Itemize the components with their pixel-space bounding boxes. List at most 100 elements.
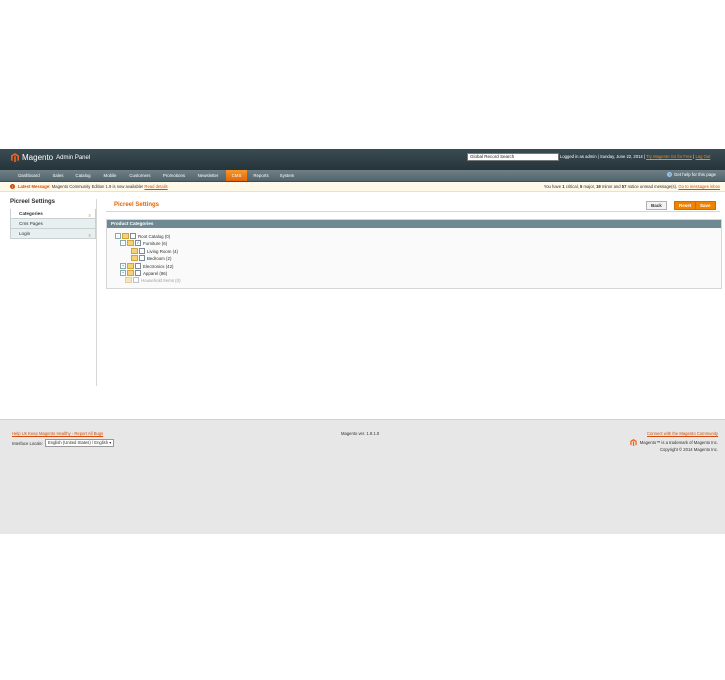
notice-label: notice unread message(s). xyxy=(627,184,678,189)
nav-customers[interactable]: Customers xyxy=(125,170,155,181)
tree-node-root[interactable]: - Root Catalog (0) xyxy=(115,233,170,239)
nav-reports[interactable]: Reports xyxy=(249,170,273,181)
content-header: Picreel Settings xyxy=(106,199,720,212)
minor-label: minor and xyxy=(601,184,621,189)
category-checkbox[interactable]: ✓ xyxy=(135,240,141,246)
folder-icon xyxy=(131,255,138,261)
back-button[interactable]: Back xyxy=(646,201,667,210)
folder-icon xyxy=(122,233,129,239)
category-checkbox[interactable] xyxy=(139,255,145,261)
latest-message-text: Magento Community Edition 1.9 is now ava… xyxy=(51,184,144,189)
expand-icon[interactable]: + xyxy=(120,270,126,276)
expand-icon[interactable]: + xyxy=(120,263,126,269)
nav-catalog[interactable]: Catalog xyxy=(71,170,95,181)
notice-count: 57 xyxy=(621,184,627,189)
tree-node-label: Bedroom (2) xyxy=(147,255,172,261)
tree-node-electronics[interactable]: + Electronics (42) xyxy=(120,263,174,269)
sidebar-title: Picreel Settings xyxy=(10,199,56,205)
trademark-row: Magento™ is a trademark of Magento Inc. xyxy=(630,439,718,446)
sidebar-tab-categories[interactable]: Categories ≡ xyxy=(10,209,96,219)
category-checkbox[interactable] xyxy=(139,248,145,254)
changed-icon: ≡ xyxy=(88,233,91,238)
summary-prefix: You have xyxy=(543,184,562,189)
tree-node-label: Household Items (0) xyxy=(141,277,181,283)
logout-link[interactable]: Log Out xyxy=(695,154,710,159)
major-count: 5 xyxy=(580,184,583,189)
critical-label: critical xyxy=(565,184,578,189)
locale-label: Interface Locale: xyxy=(12,440,43,446)
folder-icon xyxy=(125,277,132,283)
help-link[interactable]: ? Get help for this page xyxy=(667,172,716,177)
try-magento-link[interactable]: Try Magento Go for Free xyxy=(646,154,692,159)
tree-node-furniture[interactable]: - ✓ Furniture (6) xyxy=(120,240,167,246)
system-message-bar: ! Latest Message: Magento Community Edit… xyxy=(0,182,725,192)
locale-select[interactable]: English (United States) / English ▾ xyxy=(44,439,115,447)
category-checkbox[interactable] xyxy=(135,270,141,276)
magento-logo-icon xyxy=(630,439,637,446)
critical-count: 1 xyxy=(562,184,565,189)
logged-in-text: Logged in as admin xyxy=(560,154,597,159)
product-categories-panel: Product Categories - Root Catalog (0) - … xyxy=(106,219,722,289)
page-title: Picreel Settings xyxy=(114,202,160,208)
nav-sales[interactable]: Sales xyxy=(47,170,69,181)
admin-panel-label: Admin Panel xyxy=(56,154,91,161)
folder-icon xyxy=(127,240,134,246)
nav-system[interactable]: System xyxy=(276,170,298,181)
current-date: Sunday, June 22, 2014 xyxy=(599,154,643,159)
footer: Help Us Keep Magento Healthy - Report Al… xyxy=(0,416,725,534)
nav-cms[interactable]: CMS xyxy=(226,170,247,181)
latest-message: Latest Message: Magento Community Editio… xyxy=(18,182,168,191)
nav-promotions[interactable]: Promotions xyxy=(158,170,190,181)
sidebar: Picreel Settings Categories ≡ Cms Pages … xyxy=(10,199,96,239)
tree-node-label: Apparel (86) xyxy=(143,270,168,276)
read-details-link[interactable]: Read details xyxy=(144,184,167,189)
sidebar-tab-cms-pages[interactable]: Cms Pages xyxy=(10,219,96,229)
community-link[interactable]: Connect with the Magento Community xyxy=(647,431,718,436)
tree-node-label: Root Catalog (0) xyxy=(138,233,171,239)
admin-header xyxy=(0,149,725,170)
help-icon: ? xyxy=(667,172,672,177)
tree-node-bedroom[interactable]: Bedroom (2) xyxy=(131,255,171,261)
sidebar-tab-login[interactable]: Login ≡ xyxy=(10,229,96,239)
save-button[interactable]: Save xyxy=(695,201,716,210)
collapse-icon[interactable]: - xyxy=(115,233,121,239)
locale-row: Interface Locale: English (United States… xyxy=(12,439,115,447)
sidebar-tab-label: Login xyxy=(19,231,31,236)
folder-icon xyxy=(127,263,134,269)
magento-version: Magento ver. 1.9.1.0 xyxy=(341,431,380,436)
sidebar-tab-label: Cms Pages xyxy=(19,221,43,226)
main-nav: Dashboard Sales Catalog Mobile Customers… xyxy=(0,170,725,182)
tree-node-apparel[interactable]: + Apparel (86) xyxy=(120,270,167,276)
reset-button[interactable]: Reset xyxy=(674,201,697,210)
report-bugs-link[interactable]: Help Us Keep Magento Healthy - Report Al… xyxy=(12,431,103,436)
header-links: Logged in as admin | Sunday, June 22, 20… xyxy=(560,154,711,159)
copyright-text: Copyright © 2014 Magento Inc. xyxy=(659,447,718,452)
category-checkbox[interactable] xyxy=(135,263,141,269)
folder-icon xyxy=(127,270,134,276)
magento-logo-icon xyxy=(11,153,19,162)
tree-node-label: Electronics (42) xyxy=(143,263,174,269)
trademark-text: Magento™ is a trademark of Magento Inc. xyxy=(639,440,718,445)
panel-title: Product Categories xyxy=(107,220,721,228)
collapse-icon[interactable]: - xyxy=(120,240,126,246)
tree-node-living-room[interactable]: Living Room (4) xyxy=(131,248,178,254)
minor-count: 19 xyxy=(596,184,601,189)
logo-text: Magento xyxy=(22,153,54,162)
tree-node-label: Living Room (4) xyxy=(147,248,178,254)
help-text: Get help for this page xyxy=(674,172,716,177)
category-checkbox[interactable] xyxy=(130,233,136,239)
messages-inbox-link[interactable]: Go to messages inbox xyxy=(678,184,720,189)
global-search-input[interactable]: Global Record Search xyxy=(467,153,559,161)
message-summary: You have 1 critical, 5 major, 19 minor a… xyxy=(543,184,720,189)
sidebar-tab-label: Categories xyxy=(19,211,43,216)
sidebar-divider xyxy=(96,199,97,386)
magento-logo[interactable]: Magento Admin Panel xyxy=(11,153,90,162)
nav-mobile[interactable]: Mobile xyxy=(98,170,122,181)
category-checkbox xyxy=(133,277,139,283)
nav-dashboard[interactable]: Dashboard xyxy=(12,170,46,181)
major-label: major, xyxy=(583,184,595,189)
tree-node-household: Household Items (0) xyxy=(125,277,181,283)
latest-message-label: Latest Message: xyxy=(18,184,51,189)
alert-icon: ! xyxy=(10,184,15,189)
nav-newsletter[interactable]: Newsletter xyxy=(193,170,223,181)
